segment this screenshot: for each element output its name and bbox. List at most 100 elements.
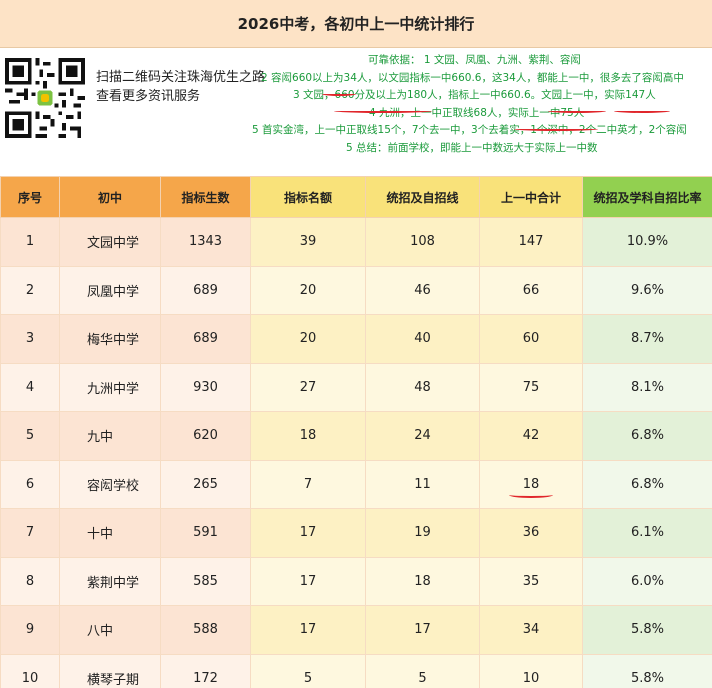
admission-line-cell: 19 xyxy=(365,508,480,558)
total-cell: 42 xyxy=(479,411,583,461)
table-row: 10 横琴子期 172 5 5 10 5.8% xyxy=(0,653,712,688)
admission-line-cell: 46 xyxy=(365,265,480,315)
note-wenyuan: 3 文园，660分及以上为180人，指标上一中660.6。文园上一中，实际147… xyxy=(293,89,656,102)
rank-cell: 2 xyxy=(0,265,60,315)
quota-students-cell: 585 xyxy=(160,556,251,606)
total-value-annotated: 18 xyxy=(509,476,553,498)
quota-students-cell: 588 xyxy=(160,605,251,655)
admission-line-cell: 108 xyxy=(365,217,480,267)
page-title: 2026中考，各初中上一中统计排行 xyxy=(0,0,712,48)
total-cell: 75 xyxy=(479,362,583,412)
note-jiuzhou: 4 九洲，上一中正取线68人，实际上一中75人 xyxy=(369,106,585,119)
quota-places-cell: 39 xyxy=(250,217,366,267)
rank-cell: 6 xyxy=(0,459,60,509)
quota-places-cell: 18 xyxy=(250,411,366,461)
notes-list: 可靠依据： 1 文园、凤凰、九洲、紫荆、容闳 2 容闳660以上为34人，以文园… xyxy=(238,52,712,158)
school-cell: 九中 xyxy=(59,411,161,461)
table-header-row: 序号 初中 指标生数 指标名额 统招及自招线 上一中合计 统招及学科自招比率 xyxy=(0,176,712,218)
total-cell: 66 xyxy=(479,265,583,315)
column-header: 指标生数 xyxy=(160,176,251,218)
ranking-table: 序号 初中 指标生数 指标名额 统招及自招线 上一中合计 统招及学科自招比率 1… xyxy=(0,176,712,688)
table-row: 1 文园中学 1343 39 108 147 10.9% xyxy=(0,217,712,267)
annotation-underline xyxy=(334,109,432,113)
admission-line-cell: 48 xyxy=(365,362,480,412)
quota-places-cell: 7 xyxy=(250,459,366,509)
total-cell: 36 xyxy=(479,508,583,558)
annotation-underline xyxy=(322,92,356,96)
info-panel: 扫描二维码关注珠海优生之路 查看更多资讯服务 可靠依据： 1 文园、凤凰、九洲、… xyxy=(0,48,712,176)
total-cell: 147 xyxy=(479,217,583,267)
quota-students-cell: 265 xyxy=(160,459,251,509)
school-cell: 九洲中学 xyxy=(59,362,161,412)
quota-places-cell: 27 xyxy=(250,362,366,412)
admission-line-cell: 5 xyxy=(365,653,480,688)
school-cell: 梅华中学 xyxy=(59,314,161,364)
rank-cell: 9 xyxy=(0,605,60,655)
school-cell: 十中 xyxy=(59,508,161,558)
ratio-cell: 10.9% xyxy=(582,217,712,267)
table-row: 6 容闳学校 265 7 11 18 6.8% xyxy=(0,459,712,509)
note-ronghong: 2 容闳660以上为34人，以文园指标一中660.6，这34人，都能上一中，很多… xyxy=(261,71,684,84)
quota-places-cell: 5 xyxy=(250,653,366,688)
quota-students-cell: 689 xyxy=(160,265,251,315)
column-header: 统招及学科自招比率 xyxy=(582,176,712,218)
column-header: 上一中合计 xyxy=(479,176,583,218)
total-cell: 18 xyxy=(479,459,583,509)
quota-students-cell: 172 xyxy=(160,653,251,688)
total-cell: 35 xyxy=(479,556,583,606)
quota-places-cell: 20 xyxy=(250,265,366,315)
note-summary: 5 总结：前面学校，即能上一中数远大于实际上一中数 xyxy=(346,141,598,154)
school-cell: 横琴子期 xyxy=(59,653,161,688)
admission-line-cell: 11 xyxy=(365,459,480,509)
school-cell: 紫荆中学 xyxy=(59,556,161,606)
school-cell: 文园中学 xyxy=(59,217,161,267)
quota-places-cell: 17 xyxy=(250,508,366,558)
admission-line-cell: 17 xyxy=(365,605,480,655)
annotation-underline xyxy=(548,109,606,113)
rank-cell: 7 xyxy=(0,508,60,558)
quota-places-cell: 17 xyxy=(250,556,366,606)
rank-cell: 5 xyxy=(0,411,60,461)
total-cell: 34 xyxy=(479,605,583,655)
ratio-cell: 6.8% xyxy=(582,459,712,509)
rank-cell: 10 xyxy=(0,653,60,688)
ratio-cell: 6.1% xyxy=(582,508,712,558)
quota-students-cell: 689 xyxy=(160,314,251,364)
rank-cell: 3 xyxy=(0,314,60,364)
table-row: 5 九中 620 18 24 42 6.8% xyxy=(0,411,712,461)
quota-students-cell: 1343 xyxy=(160,217,251,267)
ratio-cell: 6.0% xyxy=(582,556,712,606)
admission-line-cell: 40 xyxy=(365,314,480,364)
ratio-cell: 9.6% xyxy=(582,265,712,315)
note-basis: 可靠依据： 1 文园、凤凰、九洲、紫荆、容闳 xyxy=(368,54,581,66)
total-cell: 10 xyxy=(479,653,583,688)
school-cell: 八中 xyxy=(59,605,161,655)
table-row: 2 凤凰中学 689 20 46 66 9.6% xyxy=(0,265,712,315)
quota-students-cell: 620 xyxy=(160,411,251,461)
column-header: 初中 xyxy=(59,176,161,218)
annotation-underline xyxy=(514,127,598,131)
ratio-cell: 8.1% xyxy=(582,362,712,412)
table-row: 7 十中 591 17 19 36 6.1% xyxy=(0,508,712,558)
rank-cell: 4 xyxy=(0,362,60,412)
qr-code-icon xyxy=(5,58,85,138)
quota-places-cell: 20 xyxy=(250,314,366,364)
table-row: 9 八中 588 17 17 34 5.8% xyxy=(0,605,712,655)
quota-places-cell: 17 xyxy=(250,605,366,655)
admission-line-cell: 18 xyxy=(365,556,480,606)
ratio-cell: 5.8% xyxy=(582,605,712,655)
note-jinwan: 5 首实金湾，上一中正取线15个，7个去一中，3个去着实，1个深中，2个二中英才… xyxy=(252,124,687,137)
admission-line-cell: 24 xyxy=(365,411,480,461)
column-header: 序号 xyxy=(0,176,60,218)
ratio-cell: 5.8% xyxy=(582,653,712,688)
quota-students-cell: 930 xyxy=(160,362,251,412)
table-row: 8 紫荆中学 585 17 18 35 6.0% xyxy=(0,556,712,606)
school-cell: 凤凰中学 xyxy=(59,265,161,315)
school-cell: 容闳学校 xyxy=(59,459,161,509)
total-cell: 60 xyxy=(479,314,583,364)
table-row: 3 梅华中学 689 20 40 60 8.7% xyxy=(0,314,712,364)
column-header: 指标名额 xyxy=(250,176,366,218)
quota-students-cell: 591 xyxy=(160,508,251,558)
rank-cell: 1 xyxy=(0,217,60,267)
column-header: 统招及自招线 xyxy=(365,176,480,218)
